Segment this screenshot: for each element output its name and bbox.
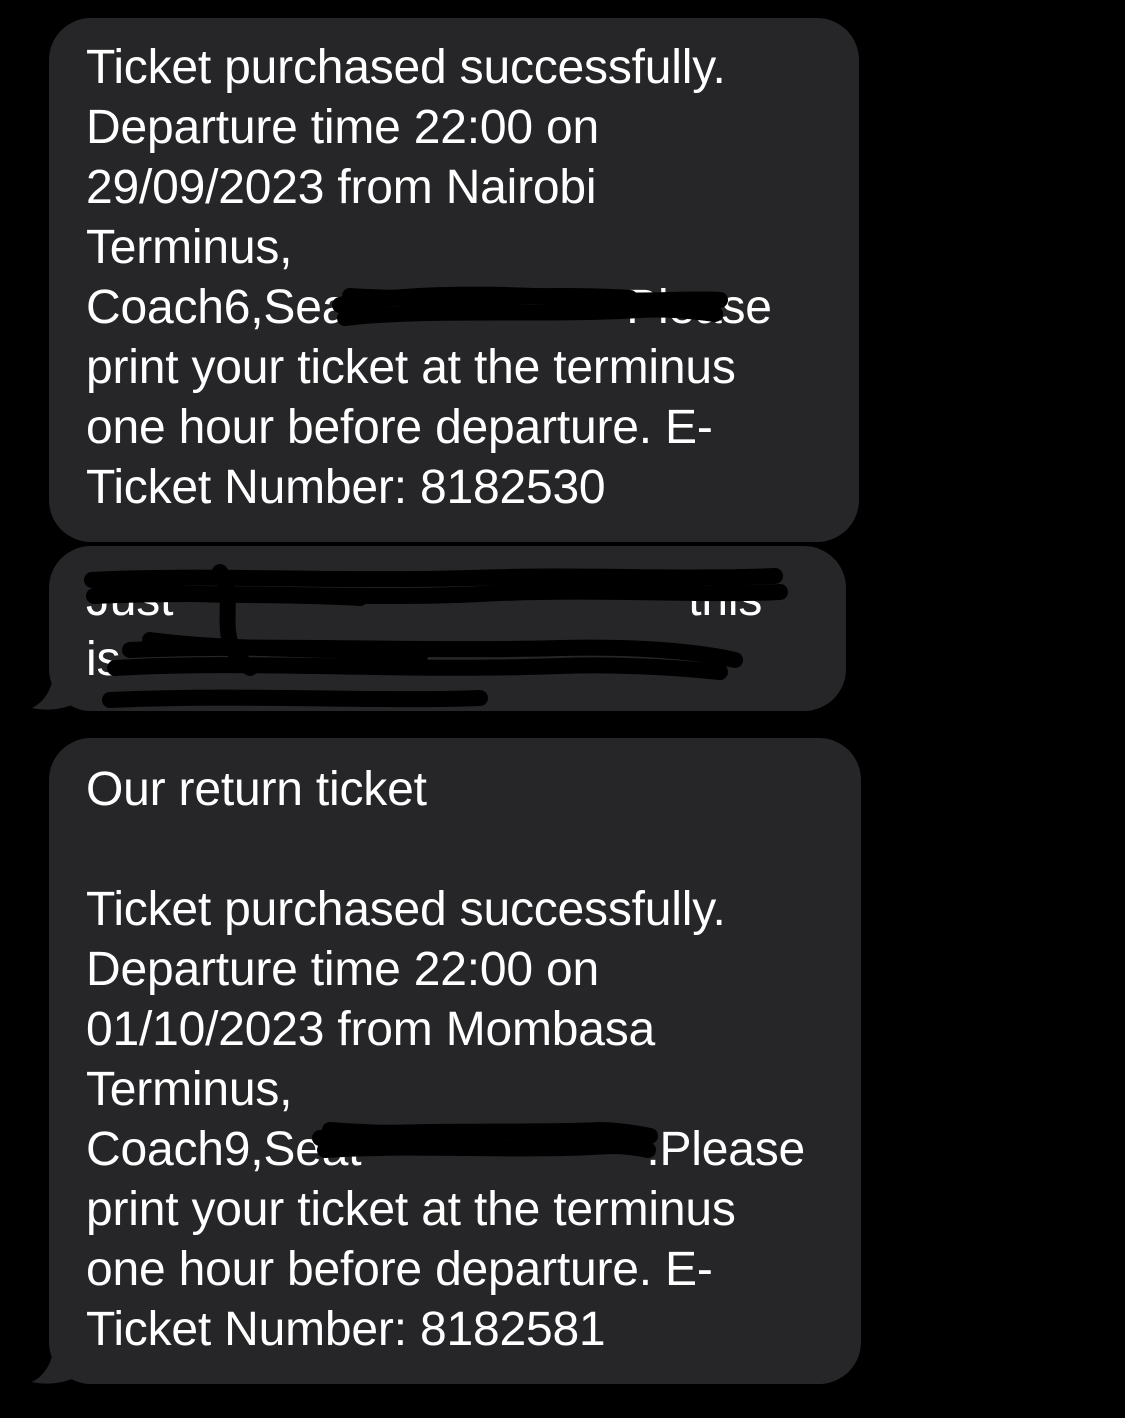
message-line-redacted: is	[86, 630, 808, 690]
message-line: 29/09/2023 from Nairobi	[86, 161, 597, 214]
message-bubble-2[interactable]: Just this is	[49, 546, 846, 711]
bubble-tail-icon	[32, 1346, 78, 1384]
message-text-fragment: Coach6,Sea	[86, 281, 349, 334]
message-line: one hour before departure. E-	[86, 1243, 713, 1296]
message-text-fragment: Just	[86, 573, 174, 626]
line-spacer	[86, 820, 823, 880]
message-line: Ticket purchased successfully.	[86, 41, 726, 94]
message-line-redacted: Just this	[86, 570, 808, 630]
message-bubble-3[interactable]: Our return ticket Ticket purchased succe…	[49, 738, 861, 1384]
message-line: Ticket purchased successfully.	[86, 883, 726, 936]
message-line: 01/10/2023 from Mombasa	[86, 1003, 656, 1056]
message-line: one hour before departure. E-	[86, 401, 713, 454]
message-line: print your ticket at the terminus	[86, 1183, 736, 1236]
message-text-fragment: Coach9,Seat	[86, 1123, 362, 1176]
message-line: Ticket Number: 8182581	[86, 1303, 606, 1356]
message-bubble-1[interactable]: Ticket purchased successfully. Departure…	[49, 18, 859, 542]
message-text-fragment: this	[688, 573, 763, 626]
message-line: Ticket Number: 8182530	[86, 461, 606, 514]
message-line-redacted: Coach6,Sea Please	[86, 278, 821, 338]
message-text-fragment: is	[86, 633, 121, 686]
message-line-redacted: Coach9,Seat .Please	[86, 1120, 823, 1180]
message-line: Our return ticket	[86, 763, 427, 816]
message-line: print your ticket at the terminus	[86, 341, 736, 394]
message-text-fragment: Please	[626, 281, 772, 334]
message-line: Terminus,	[86, 1063, 293, 1116]
message-line: Terminus,	[86, 221, 293, 274]
message-line: Departure time 22:00 on	[86, 943, 600, 996]
message-line: Departure time 22:00 on	[86, 101, 600, 154]
bubble-tail-icon	[32, 672, 78, 710]
message-text-fragment: .Please	[646, 1123, 806, 1176]
